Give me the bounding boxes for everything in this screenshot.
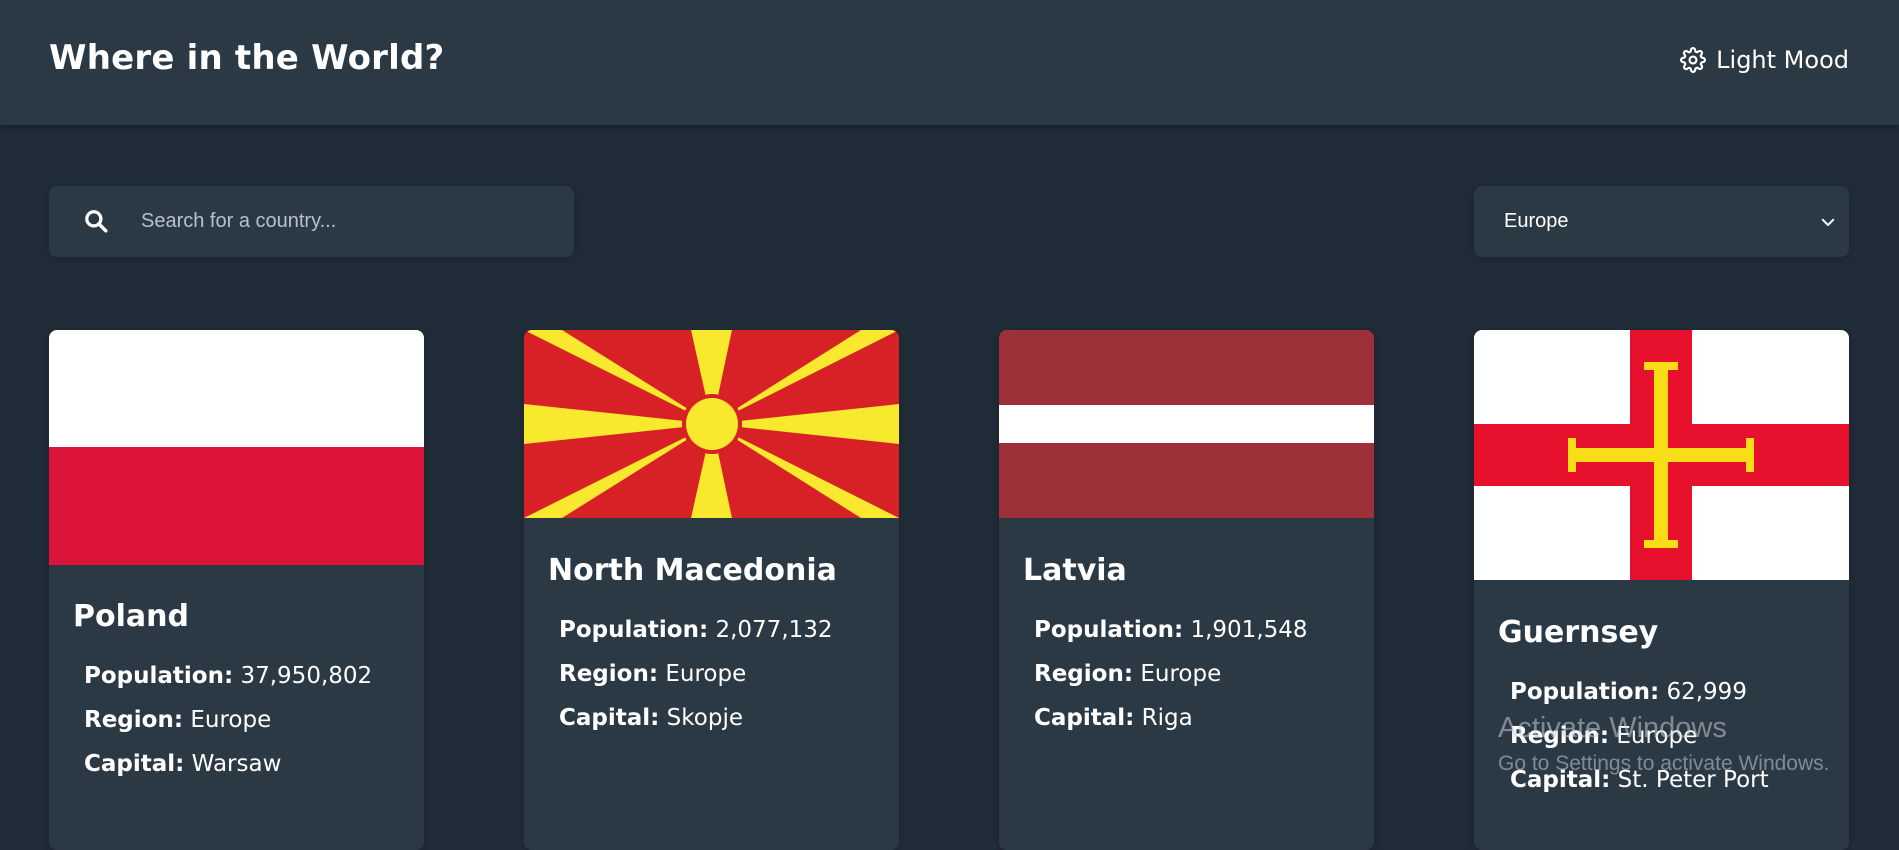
capital-label: Capital: [1510,767,1611,793]
population-stat: Population: 2,077,132 [559,617,833,643]
capital-value: Skopje [666,705,743,731]
region-value: Europe [665,661,747,687]
theme-toggle-button[interactable]: Light Mood [1680,46,1849,74]
region-value: Europe [1616,723,1698,749]
capital-stat: Capital: Warsaw [84,751,281,777]
flag-image [524,330,899,518]
region-stat: Region: Europe [1034,661,1221,687]
search-box[interactable] [49,186,574,257]
capital-stat: Capital: St. Peter Port [1510,767,1769,793]
region-label: Region: [1034,661,1134,687]
population-label: Population: [1510,679,1660,705]
country-card[interactable]: Latvia Population: 1,901,548 Region: Eur… [999,330,1374,850]
gear-icon [1680,47,1707,73]
population-stat: Population: 62,999 [1510,679,1747,705]
region-stat: Region: Europe [1510,723,1697,749]
population-label: Population: [559,617,709,643]
population-stat: Population: 37,950,802 [84,663,372,689]
chevron-down-icon [1819,213,1837,231]
capital-label: Capital: [1034,705,1135,731]
search-icon [83,208,109,234]
population-label: Population: [84,663,234,689]
region-stat: Region: Europe [559,661,746,687]
region-filter-select[interactable]: Europe [1474,186,1849,257]
population-value: 37,950,802 [240,663,373,689]
population-stat: Population: 1,901,548 [1034,617,1308,643]
country-name: North Macedonia [548,553,837,588]
region-stat: Region: Europe [84,707,271,733]
country-card[interactable]: Guernsey Population: 62,999 Region: Euro… [1474,330,1849,850]
app-header: Where in the World? Light Mood [0,0,1899,125]
search-input[interactable] [139,186,561,257]
region-filter-value: Europe [1504,210,1569,232]
population-label: Population: [1034,617,1184,643]
country-name: Guernsey [1498,615,1659,650]
capital-stat: Capital: Skopje [559,705,743,731]
capital-label: Capital: [559,705,660,731]
population-value: 62,999 [1666,679,1747,705]
capital-value: St. Peter Port [1617,767,1769,793]
region-label: Region: [1510,723,1610,749]
region-value: Europe [1140,661,1222,687]
country-card[interactable]: North Macedonia Population: 2,077,132 Re… [524,330,899,850]
population-value: 2,077,132 [715,617,833,643]
population-value: 1,901,548 [1190,617,1308,643]
capital-value: Riga [1141,705,1193,731]
capital-stat: Capital: Riga [1034,705,1193,731]
flag-image [999,330,1374,518]
theme-toggle-label: Light Mood [1716,46,1849,74]
region-value: Europe [190,707,272,733]
flag-image [49,330,424,565]
country-name: Latvia [1023,553,1127,588]
region-label: Region: [84,707,184,733]
capital-value: Warsaw [191,751,282,777]
region-label: Region: [559,661,659,687]
country-card[interactable]: Poland Population: 37,950,802 Region: Eu… [49,330,424,850]
flag-image [1474,330,1849,580]
country-name: Poland [73,599,189,634]
app-title: Where in the World? [49,38,445,78]
capital-label: Capital: [84,751,185,777]
